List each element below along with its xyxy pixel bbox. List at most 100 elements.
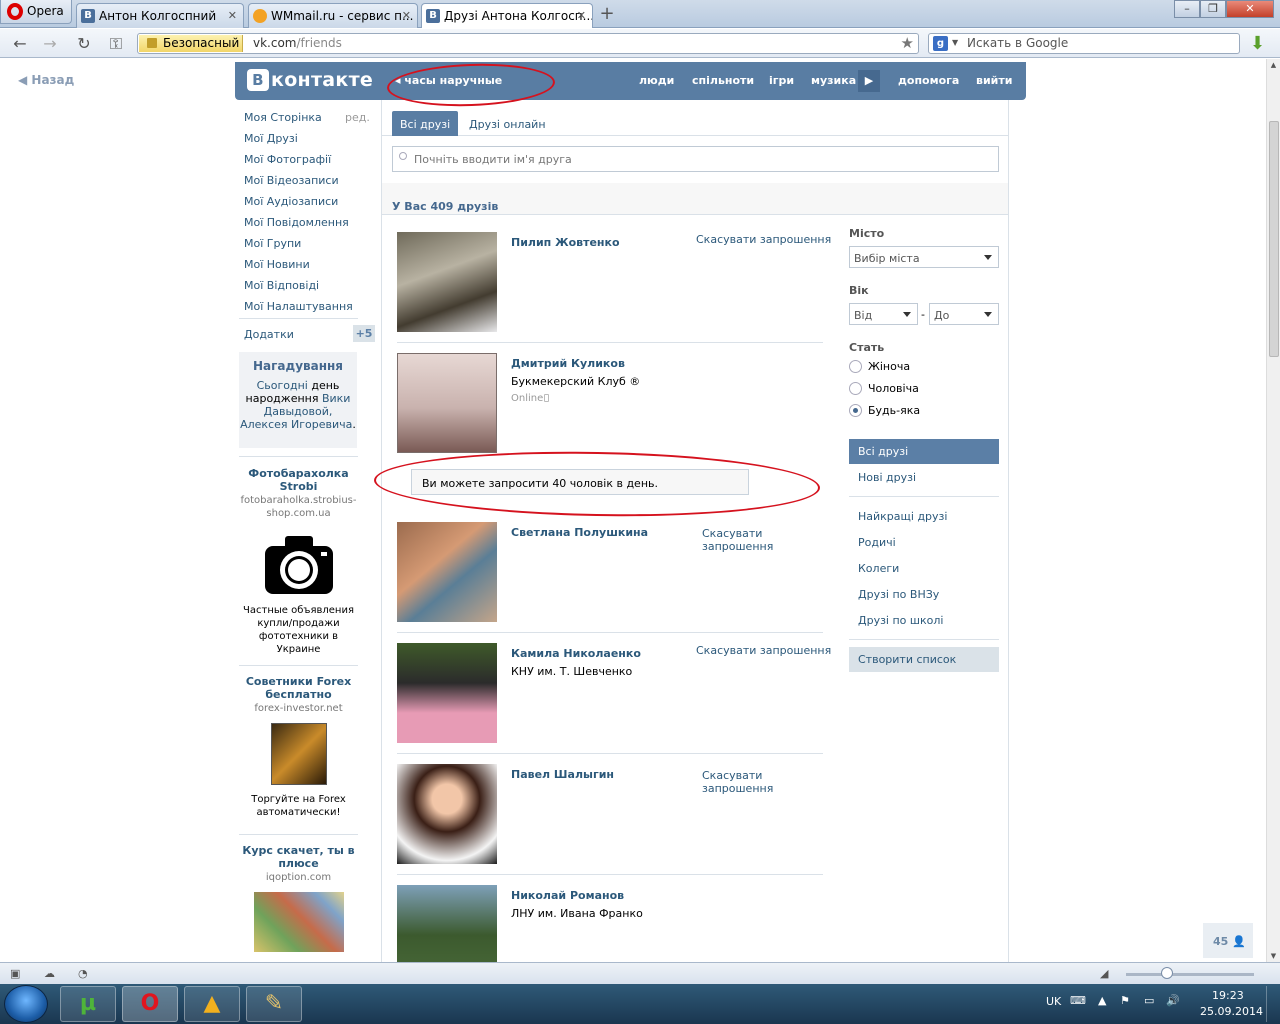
minimize-button[interactable]: –	[1174, 0, 1200, 18]
ad-title[interactable]: Фотобарахолка Strobi	[239, 467, 358, 493]
tab-close-icon[interactable]: ✕	[402, 9, 411, 22]
clock-date[interactable]: 25.09.2014	[1200, 1005, 1263, 1018]
utorrent-taskbar-icon[interactable]: µ	[60, 986, 116, 1022]
address-bar[interactable]: Безопасный vk.com/friends ★	[137, 33, 919, 54]
online-friends-counter[interactable]: 45 👤	[1203, 923, 1253, 958]
opera-menu-button[interactable]: Opera	[0, 0, 72, 24]
new-tab-button[interactable]: +	[596, 4, 618, 24]
filter-school[interactable]: Друзі по школі	[849, 608, 999, 633]
forward-arrow-icon[interactable]: →	[40, 34, 60, 54]
panel-toggle-icon[interactable]: ▣	[10, 967, 24, 980]
back-arrow-icon[interactable]: ←	[10, 34, 30, 54]
nav-people[interactable]: люди	[639, 74, 674, 87]
sex-male-label[interactable]: Чоловіча	[868, 382, 919, 395]
sex-female-label[interactable]: Жіноча	[868, 360, 910, 373]
friend-name[interactable]: Пилип Жовтенко	[511, 236, 620, 249]
apps-count-badge[interactable]: +5	[353, 325, 375, 342]
filter-best-friends[interactable]: Найкращі друзі	[849, 504, 999, 529]
volume-icon[interactable]: 🔊	[1166, 994, 1180, 1007]
age-to-select[interactable]: До	[929, 303, 999, 325]
sex-any-radio[interactable]	[849, 404, 862, 417]
friend-avatar[interactable]	[397, 522, 497, 622]
scrollbar-thumb[interactable]	[1269, 121, 1279, 357]
filter-all-friends[interactable]: Всі друзі	[849, 439, 999, 464]
cloud-icon[interactable]: ☁	[44, 967, 58, 980]
zoom-slider[interactable]	[1126, 973, 1254, 976]
tab-wmmail[interactable]: WMmail.ru - сервис п... ✕	[248, 3, 418, 28]
opera-taskbar-icon[interactable]: O	[122, 986, 178, 1022]
chevron-down-icon[interactable]: ▼	[952, 38, 958, 47]
friend-name[interactable]: Светлана Полушкина	[511, 526, 648, 539]
filter-relatives[interactable]: Родичі	[849, 530, 999, 555]
friend-search-input[interactable]: Почніть вводити ім'я друга	[392, 146, 999, 172]
sex-male-radio[interactable]	[849, 382, 862, 395]
tab-close-icon[interactable]: ✕	[228, 9, 237, 22]
play-arrow-icon[interactable]: ▶	[858, 70, 880, 92]
friend-name[interactable]: Павел Шалыгин	[511, 768, 614, 781]
friend-avatar[interactable]	[397, 885, 497, 962]
create-list-button[interactable]: Створити список	[849, 647, 999, 672]
speed-dial-icon[interactable]: ◔	[78, 967, 92, 980]
ad-title[interactable]: Курс скачет, ты в плюсе	[239, 844, 358, 870]
scroll-down-icon[interactable]: ▼	[1267, 952, 1280, 960]
ad-block-strobi[interactable]: Фотобарахолка Strobi fotobaraholka.strob…	[239, 467, 358, 656]
menu-my-page[interactable]: Моя Сторінка	[244, 111, 322, 124]
tab-close-icon[interactable]: ✕	[577, 9, 586, 22]
close-window-button[interactable]: ✕	[1226, 0, 1274, 18]
menu-apps[interactable]: Додатки	[244, 328, 294, 341]
scroll-up-icon[interactable]: ▲	[1267, 61, 1280, 69]
page-scrollbar[interactable]: ▲ ▼	[1266, 59, 1280, 962]
tab-all-friends[interactable]: Всі друзі	[392, 111, 459, 136]
nav-help[interactable]: допомога	[898, 74, 959, 87]
friend-name[interactable]: Камила Николаенко	[511, 647, 641, 660]
friend-name[interactable]: Дмитрий Куликов	[511, 357, 625, 370]
ad-title[interactable]: Советники Forex бесплатно	[239, 675, 358, 701]
aimp-taskbar-icon[interactable]: ▲	[184, 986, 240, 1022]
show-desktop-button[interactable]	[1266, 986, 1278, 1022]
cancel-invite-link[interactable]: Скасувати запрошення	[696, 644, 831, 657]
cancel-invite-link[interactable]: Скасувати запрошення	[696, 233, 831, 246]
friend-name[interactable]: Николай Романов	[511, 889, 624, 902]
maximize-button[interactable]: ❐	[1200, 0, 1226, 18]
friend-avatar[interactable]	[397, 643, 497, 743]
paint-taskbar-icon[interactable]: ✎	[246, 986, 302, 1022]
age-from-select[interactable]: Від	[849, 303, 918, 325]
language-indicator[interactable]: UK	[1046, 995, 1061, 1008]
menu-my-videos[interactable]: Мої Відеозаписи	[244, 174, 339, 187]
clock-time[interactable]: 19:23	[1212, 989, 1244, 1002]
nav-music[interactable]: музика	[811, 74, 856, 87]
nav-games[interactable]: ігри	[769, 74, 794, 87]
ad-block-iqoption[interactable]: Курс скачет, ты в плюсе iqoption.com	[239, 844, 358, 952]
ad-block-forex[interactable]: Советники Forex бесплатно forex-investor…	[239, 675, 358, 819]
menu-my-friends[interactable]: Мої Друзі	[244, 132, 298, 145]
start-button[interactable]	[4, 985, 48, 1023]
network-icon[interactable]: ▭	[1144, 994, 1154, 1007]
security-badge[interactable]: Безопасный	[139, 35, 243, 52]
zoom-slider-knob[interactable]	[1161, 967, 1173, 979]
menu-my-groups[interactable]: Мої Групи	[244, 237, 301, 250]
nav-logout[interactable]: вийти	[976, 74, 1012, 87]
search-box[interactable]: g ▼ Искать в Google	[928, 33, 1240, 54]
keyboard-icon[interactable]: ⌨	[1070, 994, 1086, 1007]
menu-my-photos[interactable]: Мої Фотографії	[244, 153, 331, 166]
filter-colleagues[interactable]: Колеги	[849, 556, 999, 581]
back-link[interactable]: ◀ Назад	[18, 73, 74, 87]
sex-female-radio[interactable]	[849, 360, 862, 373]
vk-logo[interactable]: Вконтакте	[247, 69, 373, 91]
sex-any-label[interactable]: Будь-яка	[868, 404, 920, 417]
tray-expand-icon[interactable]: ▲	[1098, 994, 1106, 1007]
filter-new-friends[interactable]: Нові друзі	[849, 465, 999, 490]
menu-my-news[interactable]: Мої Новини	[244, 258, 310, 271]
friend-avatar[interactable]	[397, 353, 497, 453]
view-icon[interactable]: ◢	[1100, 967, 1114, 980]
reload-icon[interactable]: ↻	[74, 34, 94, 54]
filter-university[interactable]: Друзі по ВНЗу	[849, 582, 999, 607]
download-icon[interactable]: ⬇	[1250, 33, 1265, 54]
key-icon[interactable]: ⚿	[106, 34, 126, 54]
nav-communities[interactable]: спільноти	[692, 74, 754, 87]
tab-vk-friends[interactable]: B Друзі Антона Колгосп... ✕	[421, 3, 593, 28]
reminder-today-link[interactable]: Сьогодні	[257, 379, 308, 392]
menu-my-settings[interactable]: Мої Налаштування	[244, 300, 353, 313]
menu-my-messages[interactable]: Мої Повідомлення	[244, 216, 349, 229]
menu-my-answers[interactable]: Мої Відповіді	[244, 279, 319, 292]
